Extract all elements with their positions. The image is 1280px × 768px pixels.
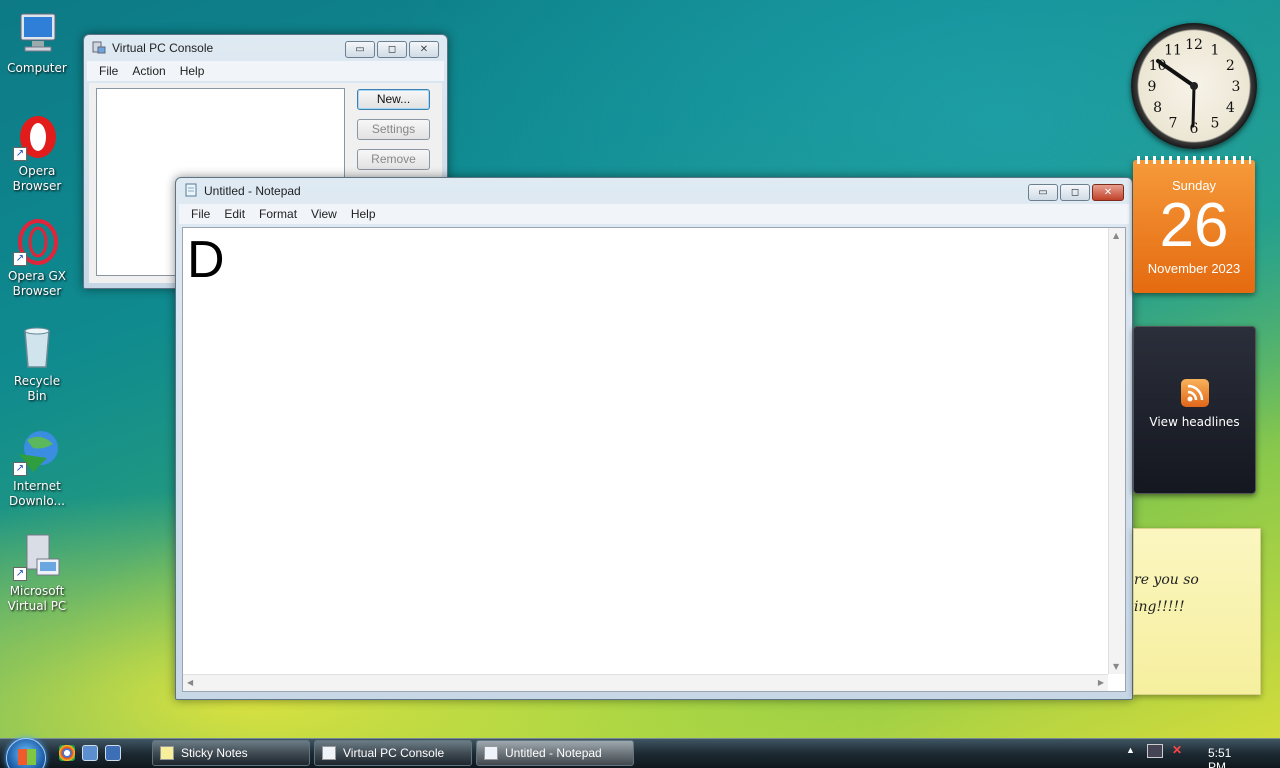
taskbar-button-sticky-notes[interactable]: Sticky Notes — [152, 740, 310, 766]
clock-numeral: 2 — [1226, 58, 1235, 74]
desktop-icon-opera[interactable]: ↗ Opera Browser — [4, 113, 70, 194]
menu-view[interactable]: View — [305, 207, 345, 221]
close-button[interactable]: ✕ — [1092, 184, 1124, 201]
scroll-left-icon[interactable]: ◀ — [187, 678, 193, 687]
chrome-icon[interactable] — [59, 745, 75, 761]
settings-button[interactable]: Settings — [357, 119, 430, 140]
remove-button[interactable]: Remove — [357, 149, 430, 170]
desktop-icon-label: Recycle Bin — [13, 374, 61, 403]
menubar: File Action Help — [87, 61, 444, 81]
shortcut-arrow-icon: ↗ — [13, 252, 27, 266]
new-button[interactable]: New... — [357, 89, 430, 110]
sticky-note-line: ing!!!!! — [1134, 599, 1185, 615]
clock-numeral: 1 — [1211, 43, 1220, 59]
maximize-button[interactable]: ◻ — [377, 41, 407, 58]
computer-icon — [13, 10, 61, 58]
desktop-icon-idm[interactable]: ↗ Internet Downlo... — [4, 428, 70, 509]
menu-format[interactable]: Format — [253, 207, 305, 221]
desktop-icon-opera-gx[interactable]: ↗ Opera GX Browser — [4, 218, 70, 299]
opera-icon: ↗ — [13, 113, 61, 161]
desktop-icon-computer[interactable]: Computer — [4, 10, 70, 76]
shortcut-arrow-icon: ↗ — [13, 567, 27, 581]
notepad-window[interactable]: Untitled - Notepad ▭ ◻ ✕ File Edit Forma… — [175, 177, 1133, 700]
horizontal-scrollbar[interactable]: ◀ ▶ — [183, 674, 1108, 691]
clock-numeral: 8 — [1153, 100, 1162, 116]
shortcut-arrow-icon: ↗ — [13, 462, 27, 476]
clock-face: 1110987 6 5432112 — [1148, 37, 1241, 137]
scroll-up-icon[interactable]: ▲ — [1113, 231, 1119, 240]
rss-icon — [1180, 379, 1209, 407]
close-button[interactable]: ✕ — [409, 41, 439, 58]
calendar-day: 26 — [1159, 191, 1229, 260]
opera-gx-icon: ↗ — [13, 218, 61, 266]
clock-minute-hand — [1191, 84, 1196, 128]
virtual-pc-icon — [322, 746, 336, 760]
virtual-pc-app-icon — [92, 40, 106, 57]
clock-numeral: 7 — [1169, 115, 1178, 131]
sticky-note[interactable]: re you so ing!!!!! — [1133, 528, 1261, 695]
desktop-icon-label: Microsoft Virtual PC — [7, 584, 67, 613]
show-hidden-icons-icon[interactable]: ▲ — [1126, 745, 1135, 755]
menubar: File Edit Format View Help — [179, 204, 1129, 224]
window-title: Virtual PC Console — [112, 41, 214, 55]
minimize-button[interactable]: ▭ — [1028, 184, 1058, 201]
window-title: Untitled - Notepad — [204, 184, 301, 198]
calendar-gadget[interactable]: Sunday 26 November 2023 — [1133, 156, 1255, 293]
menu-help[interactable]: Help — [174, 64, 213, 78]
clock-numeral: 9 — [1148, 79, 1157, 95]
sticky-notes-icon — [160, 746, 174, 760]
text-editor-area[interactable]: D ▲ ▼ ◀ ▶ — [182, 227, 1126, 692]
scroll-right-icon[interactable]: ▶ — [1098, 678, 1104, 687]
virtual-pc-icon: ↗ — [13, 533, 61, 581]
calendar-binding — [1137, 156, 1251, 164]
taskbar-button-label: Untitled - Notepad — [505, 746, 602, 760]
recycle-bin-icon — [13, 323, 61, 371]
maximize-button[interactable]: ◻ — [1060, 184, 1090, 201]
menu-help[interactable]: Help — [345, 207, 384, 221]
titlebar[interactable]: Untitled - Notepad — [176, 178, 1132, 204]
menu-file[interactable]: File — [185, 207, 218, 221]
clock-numeral: 12 — [1185, 37, 1203, 53]
notepad-icon — [484, 746, 498, 760]
internet-download-manager-icon: ↗ — [13, 428, 61, 476]
minimize-button[interactable]: ▭ — [345, 41, 375, 58]
menu-file[interactable]: File — [93, 64, 126, 78]
desktop-icon-label: Opera GX Browser — [7, 269, 67, 298]
clock-numeral: 5 — [1211, 115, 1220, 131]
sticky-note-line: re you so — [1134, 572, 1199, 588]
clock-numeral: 4 — [1226, 100, 1235, 116]
view-headlines-link[interactable]: View headlines — [1134, 415, 1255, 429]
clock-center — [1190, 82, 1198, 90]
vertical-scrollbar[interactable]: ▲ ▼ — [1108, 228, 1125, 674]
switch-windows-icon[interactable] — [105, 745, 121, 761]
editor-content: D — [187, 231, 225, 289]
shortcut-arrow-icon: ↗ — [13, 147, 27, 161]
desktop-icon-label: Internet Downlo... — [9, 479, 65, 508]
desktop-icon-label: Opera Browser — [12, 164, 62, 193]
desktop-icon-recycle-bin[interactable]: Recycle Bin — [4, 323, 70, 404]
volume-muted-icon[interactable]: ✕ — [1172, 743, 1182, 757]
menu-action[interactable]: Action — [126, 64, 173, 78]
clock-gadget[interactable]: 11 10 9 8 7 6 5 4 3 2 1 12 — [1131, 23, 1257, 149]
clock-numeral: 11 — [1164, 43, 1182, 59]
taskbar-button-label: Virtual PC Console — [343, 746, 445, 760]
taskbar-button-notepad[interactable]: Untitled - Notepad — [476, 740, 634, 766]
windows-logo-icon — [18, 749, 36, 765]
taskbar-button-label: Sticky Notes — [181, 746, 248, 760]
feed-headlines-gadget[interactable]: View headlines — [1133, 326, 1256, 494]
clock-time[interactable]: 5:51 PM — [1208, 746, 1231, 768]
menu-edit[interactable]: Edit — [218, 207, 253, 221]
desktop-icon-label: Computer — [7, 61, 67, 75]
calendar-month-year: November 2023 — [1147, 261, 1241, 276]
desktop-icon-virtual-pc[interactable]: ↗ Microsoft Virtual PC — [4, 533, 70, 614]
clock-numeral: 3 — [1232, 79, 1241, 95]
show-desktop-icon[interactable] — [82, 745, 98, 761]
taskbar-button-virtual-pc-console[interactable]: Virtual PC Console — [314, 740, 472, 766]
network-icon[interactable] — [1147, 744, 1163, 758]
scroll-down-icon[interactable]: ▼ — [1113, 662, 1119, 671]
notepad-app-icon — [184, 183, 198, 200]
